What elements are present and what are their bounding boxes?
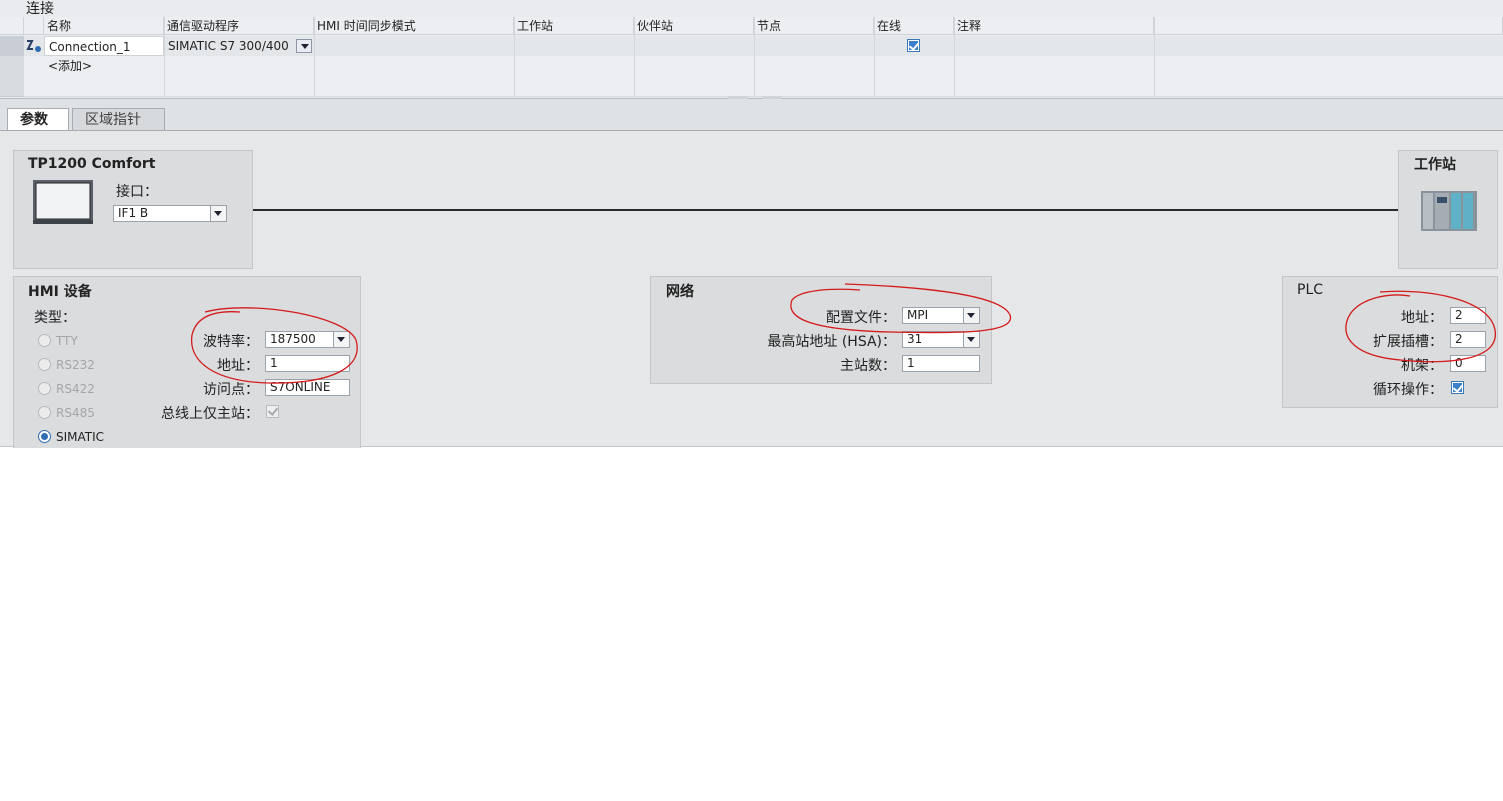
- plc-address-field[interactable]: 2: [1450, 307, 1486, 324]
- divider: [954, 17, 955, 97]
- hmi-title: HMI 设备: [28, 284, 92, 300]
- baud-label: 波特率：: [203, 334, 259, 350]
- chevron-down-icon[interactable]: [963, 308, 979, 323]
- station-box: 工作站: [1398, 150, 1498, 269]
- tab-area-pointer[interactable]: 区域指针: [72, 108, 165, 130]
- col-node-header[interactable]: 节点: [754, 17, 874, 35]
- interface-select[interactable]: IF1 B: [113, 205, 227, 222]
- hsa-label: 最高站地址 (HSA)：: [767, 334, 896, 350]
- connection-icon: [25, 38, 43, 54]
- table-row: [0, 76, 1503, 97]
- radio-simatic[interactable]: [38, 430, 51, 443]
- radio-tty[interactable]: [38, 334, 51, 347]
- col-sync-header[interactable]: HMI 时间同步模式: [314, 17, 514, 35]
- radio-rs485[interactable]: [38, 406, 51, 419]
- rack-label: 机架：: [1401, 358, 1443, 374]
- hsa-value: 31: [907, 332, 923, 346]
- radio-simatic-label: SIMATIC: [56, 430, 105, 444]
- col-partner-header[interactable]: 伙伴站: [634, 17, 754, 35]
- hsa-select[interactable]: 31: [902, 331, 980, 348]
- access-point-label: 访问点：: [203, 382, 259, 398]
- divider: [1154, 17, 1155, 97]
- device-title: TP1200 Comfort: [28, 156, 156, 172]
- hmi-address-label: 地址：: [217, 358, 259, 374]
- slot-field[interactable]: 2: [1450, 331, 1486, 348]
- driver-cell[interactable]: SIMATIC S7 300/400: [164, 36, 294, 56]
- only-master-label: 总线上仅主站：: [161, 406, 259, 422]
- masters-label: 主站数：: [840, 358, 896, 374]
- hmi-address-field[interactable]: 1: [265, 355, 350, 372]
- divider: [314, 17, 315, 97]
- radio-rs232-label: RS232: [56, 358, 95, 372]
- rack-field[interactable]: 0: [1450, 355, 1486, 372]
- add-connection-cell[interactable]: <添加>: [44, 56, 164, 76]
- connection-line: [252, 209, 1398, 211]
- only-master-checkbox[interactable]: [266, 405, 279, 418]
- row-selector[interactable]: [0, 56, 24, 77]
- radio-rs422-label: RS422: [56, 382, 95, 396]
- connections-title: 连接: [26, 1, 54, 17]
- plc-address-label: 地址：: [1401, 310, 1443, 326]
- header-gutter: [0, 17, 24, 35]
- profile-label: 配置文件：: [826, 310, 896, 326]
- radio-rs485-label: RS485: [56, 406, 95, 420]
- row-selector[interactable]: [0, 76, 24, 97]
- chevron-down-icon[interactable]: [210, 206, 226, 221]
- network-box: 网络 配置文件： MPI 最高站地址 (HSA)： 31 主站数： 1: [650, 276, 992, 384]
- chevron-down-icon[interactable]: [963, 332, 979, 347]
- radio-tty-label: TTY: [56, 334, 78, 348]
- profile-value: MPI: [907, 308, 929, 322]
- masters-field[interactable]: 1: [902, 355, 980, 372]
- baud-value: 187500: [270, 332, 316, 346]
- tab-parameters[interactable]: 参数: [7, 108, 69, 130]
- row-selector[interactable]: [0, 36, 24, 57]
- cyclic-label: 循环操作：: [1373, 382, 1443, 398]
- divider: [164, 17, 165, 97]
- driver-dropdown-button[interactable]: [296, 39, 312, 53]
- plc-rack-icon: [1421, 189, 1477, 233]
- slot-label: 扩展插槽：: [1373, 334, 1443, 350]
- table-row[interactable]: [0, 56, 1503, 77]
- connection-name-cell[interactable]: Connection_1: [44, 36, 164, 56]
- radio-rs232[interactable]: [38, 358, 51, 371]
- col-name-header[interactable]: 名称: [44, 17, 164, 35]
- radio-rs422[interactable]: [38, 382, 51, 395]
- device-box: TP1200 Comfort 接口： IF1 B: [13, 150, 253, 269]
- divider: [754, 17, 755, 97]
- profile-select[interactable]: MPI: [902, 307, 980, 324]
- col-driver-header[interactable]: 通信驱动程序: [164, 17, 314, 35]
- divider: [634, 17, 635, 97]
- chevron-down-icon[interactable]: [333, 332, 349, 347]
- header-filler: [1154, 17, 1503, 35]
- hmi-device-box: HMI 设备 类型： TTY RS232 RS422 RS485 SIMATIC…: [13, 276, 361, 448]
- header-icon-col: [24, 17, 44, 35]
- station-title: 工作站: [1414, 157, 1456, 173]
- baud-select[interactable]: 187500: [265, 331, 350, 348]
- interface-label: 接口：: [116, 184, 158, 200]
- access-point-field[interactable]: S7ONLINE: [265, 379, 350, 396]
- network-title: 网络: [666, 284, 694, 300]
- connections-table: 连接 名称 通信驱动程序 HMI 时间同步模式 工作站 伙伴站 节点 在线 注释…: [0, 0, 1503, 99]
- online-checkbox[interactable]: [907, 39, 920, 52]
- plc-title: PLC: [1297, 282, 1324, 298]
- tab-bar: [0, 99, 1503, 131]
- col-comment-header[interactable]: 注释: [954, 17, 1154, 35]
- divider: [514, 17, 515, 97]
- col-station-header[interactable]: 工作站: [514, 17, 634, 35]
- plc-box: PLC 地址： 2 扩展插槽： 2 机架： 0 循环操作：: [1282, 276, 1498, 408]
- interface-value: IF1 B: [118, 206, 149, 220]
- divider: [874, 17, 875, 97]
- type-label: 类型：: [34, 310, 76, 326]
- col-online-header[interactable]: 在线: [874, 17, 954, 35]
- cyclic-checkbox[interactable]: [1451, 381, 1464, 394]
- hmi-panel-icon: [33, 180, 93, 224]
